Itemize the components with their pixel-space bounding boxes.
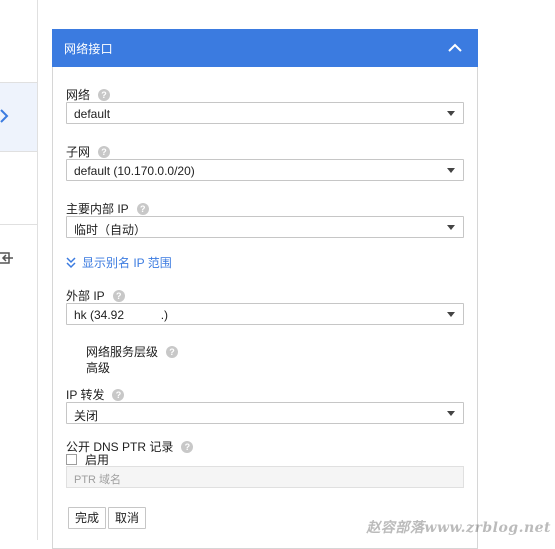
help-icon[interactable]: ?: [98, 88, 111, 101]
help-icon[interactable]: ?: [112, 289, 125, 302]
help-icon[interactable]: ?: [166, 345, 179, 358]
external-ip-select[interactable]: hk (34.92 .): [66, 303, 464, 325]
alias-link-label: 显示别名 IP 范围: [82, 256, 172, 270]
internal-ip-select-value: 临时（自动）: [74, 223, 147, 237]
nav-divider: [0, 224, 38, 225]
dropdown-arrow-icon: [447, 411, 455, 416]
help-icon[interactable]: ?: [112, 388, 125, 401]
dropdown-arrow-icon: [447, 111, 455, 116]
dropdown-arrow-icon: [447, 312, 455, 317]
ip-forwarding-label: IP 转发 ?: [66, 386, 125, 403]
subnet-label: 子网 ?: [66, 143, 111, 160]
network-label: 网络 ?: [66, 86, 111, 103]
network-tier-label: 网络服务层级 ?: [86, 343, 179, 360]
help-icon[interactable]: ?: [181, 440, 194, 453]
left-nav-strip: [0, 0, 38, 540]
show-alias-ip-ranges-link[interactable]: 显示别名 IP 范围: [66, 254, 172, 271]
chevron-up-icon[interactable]: [446, 39, 464, 57]
panel-header[interactable]: 网络接口: [52, 29, 478, 67]
network-select[interactable]: default: [66, 102, 464, 124]
done-button[interactable]: 完成: [68, 507, 107, 529]
ip-forwarding-select[interactable]: 关闭: [66, 402, 464, 424]
network-select-value: default: [74, 107, 111, 121]
cancel-button[interactable]: 取消: [108, 507, 147, 529]
internal-ip-label: 主要内部 IP ?: [66, 200, 149, 217]
dropdown-arrow-icon: [447, 168, 455, 173]
chevron-right-icon[interactable]: [0, 108, 12, 124]
help-icon[interactable]: ?: [98, 145, 111, 158]
dropdown-arrow-icon: [447, 225, 455, 230]
panel-title: 网络接口: [64, 42, 113, 56]
ip-forwarding-select-value: 关闭: [74, 409, 99, 423]
watermark: 赵容部落www.zrblog.net: [366, 520, 551, 536]
network-tier-value: 高级: [86, 361, 111, 375]
exit-icon[interactable]: [0, 250, 14, 266]
nav-divider: [0, 151, 38, 152]
external-ip-select-value: hk (34.92 .): [74, 308, 169, 322]
ptr-domain-input[interactable]: PTR 域名: [66, 466, 464, 488]
subnet-select[interactable]: default (10.170.0.0/20): [66, 159, 464, 181]
internal-ip-select[interactable]: 临时（自动）: [66, 216, 464, 238]
subnet-select-value: default (10.170.0.0/20): [74, 164, 195, 178]
double-chevron-down-icon: [66, 256, 76, 268]
help-icon[interactable]: ?: [136, 202, 149, 215]
enable-ptr-checkbox[interactable]: [66, 454, 77, 465]
external-ip-label: 外部 IP ?: [66, 287, 125, 304]
